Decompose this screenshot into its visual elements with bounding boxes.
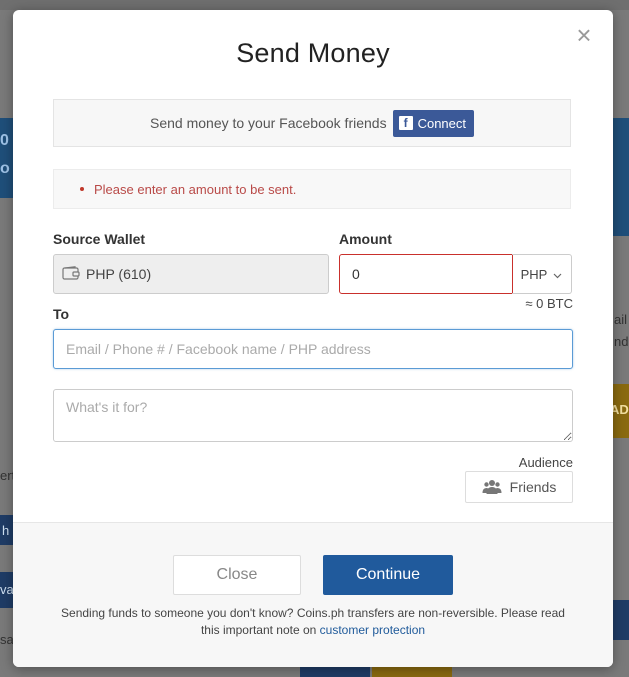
- audience-button[interactable]: Friends: [465, 471, 573, 503]
- source-wallet-label: Source Wallet: [53, 231, 146, 247]
- background-text: 0: [0, 132, 9, 149]
- background-topbar: [0, 0, 629, 10]
- error-message-panel: Please enter an amount to be sent.: [53, 169, 571, 209]
- facebook-connect-button[interactable]: f Connect: [392, 109, 474, 137]
- background-text: sa: [0, 632, 14, 647]
- amount-label: Amount: [339, 231, 392, 247]
- modal-title: Send Money: [236, 38, 390, 68]
- background-banner-right: [612, 118, 629, 236]
- continue-button[interactable]: Continue: [323, 555, 453, 595]
- facebook-connect-panel: Send money to your Facebook friends f Co…: [53, 99, 571, 147]
- background-text: h: [2, 523, 10, 538]
- footer-note-text: Sending funds to someone you don't know?…: [61, 606, 565, 637]
- close-button[interactable]: Close: [173, 555, 301, 595]
- background-text: nd: [614, 334, 629, 349]
- audience-value: Friends: [509, 479, 557, 495]
- bullet-icon: [80, 187, 84, 191]
- background-text: va: [0, 582, 14, 597]
- source-wallet-select[interactable]: PHP (610): [53, 254, 329, 294]
- facebook-connect-label: Connect: [417, 115, 466, 131]
- facebook-prompt-text: Send money to your Facebook friends: [150, 115, 387, 131]
- audience-label: Audience: [518, 455, 573, 470]
- background-text: ail: [614, 312, 628, 327]
- friends-icon: [482, 478, 502, 497]
- source-wallet-value: PHP (610): [86, 266, 152, 282]
- background-banner-left: [0, 118, 14, 198]
- modal-footer: Close Continue Sending funds to someone …: [13, 522, 613, 667]
- note-textarea[interactable]: [53, 389, 573, 442]
- background-block: [613, 600, 629, 640]
- footer-note: Sending funds to someone you don't know?…: [53, 605, 573, 639]
- currency-select[interactable]: PHP: [512, 254, 572, 294]
- customer-protection-link[interactable]: customer protection: [320, 623, 425, 637]
- error-message: Please enter an amount to be sent.: [94, 181, 297, 197]
- wallet-icon: [62, 265, 80, 283]
- recipient-input[interactable]: [53, 329, 573, 369]
- send-money-modal: × Send Money Send money to your Facebook…: [13, 10, 613, 667]
- btc-equivalent: ≈ 0 BTC: [525, 296, 573, 311]
- currency-value: PHP: [520, 266, 548, 282]
- facebook-icon: f: [398, 116, 413, 130]
- chevron-down-icon: [553, 267, 562, 282]
- to-label: To: [53, 306, 70, 322]
- background-text: o: [0, 160, 10, 177]
- amount-input[interactable]: [339, 254, 513, 294]
